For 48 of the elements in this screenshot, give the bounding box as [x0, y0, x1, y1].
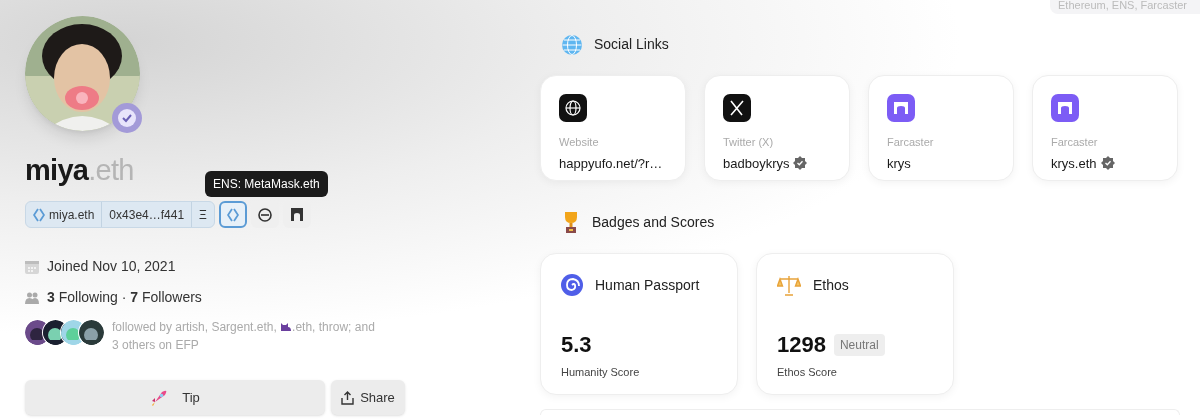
social-link-card[interactable]: Twitter (X) badboykrys [704, 75, 850, 181]
card-title: Human Passport [595, 275, 700, 295]
arch-icon [1051, 94, 1079, 122]
score-value: 1298 [777, 332, 826, 358]
globe-icon [562, 34, 582, 55]
globe-icon [559, 94, 587, 122]
x-logo-icon [723, 94, 751, 122]
arch-icon [289, 208, 304, 221]
followed-by-text: followed by artish, Sargent.eth, .eth, throw; and 3 others on EFP [112, 319, 376, 354]
score-label: Ethos Score [777, 365, 838, 380]
minus-circle-icon [257, 207, 272, 222]
code-icon [226, 207, 239, 222]
scales-icon [777, 274, 801, 296]
handle-text: happyufo.net/?r… [559, 154, 663, 173]
handle-text: krys.eth [1051, 154, 1097, 173]
handle-text: krys [887, 154, 911, 173]
section-title: Social Links [594, 35, 669, 54]
status-tag: Neutral [833, 334, 885, 356]
joined-date: Joined Nov 10, 2021 [47, 257, 176, 276]
card-title: Ethos [813, 275, 849, 295]
section-title: Badges and Scores [592, 212, 715, 232]
profile-name: miya.eth [25, 153, 134, 187]
trophy-icon [562, 211, 580, 233]
follow-stats: 3 Following · 7 Followers [47, 288, 202, 307]
platform-label: Farcaster [887, 135, 935, 150]
corner-note: Ethereum, ENS, Farcaster [1058, 0, 1187, 11]
spiral-icon [561, 274, 583, 296]
tooltip: ENS: MetaMask.eth [205, 171, 328, 197]
score-value: 5.3 [561, 332, 592, 358]
social-link-card[interactable]: Website happyufo.net/?r… [540, 75, 686, 181]
people-icon [25, 291, 39, 304]
wallet-address: 0x43e4…f441 [101, 202, 192, 227]
share-icon [341, 390, 355, 405]
tip-button[interactable]: Tip [25, 380, 325, 415]
arch-icon [887, 94, 915, 122]
score-label: Humanity Score [561, 365, 641, 380]
calendar-icon [25, 259, 39, 274]
platform-label: Twitter (X) [723, 135, 775, 150]
rocket-icon [150, 388, 169, 407]
platform-label: Farcaster [1051, 135, 1099, 150]
handle-text: badboykrys [723, 154, 790, 173]
code-icon [33, 207, 45, 222]
ens-name: miya.eth [26, 202, 102, 227]
social-link-card[interactable]: Farcaster krys.eth [1032, 75, 1178, 181]
social-link-card[interactable]: Farcaster krys [868, 75, 1014, 181]
platform-label: Website [559, 135, 600, 150]
cat-icon [280, 320, 293, 332]
share-button[interactable]: Share [331, 380, 405, 415]
